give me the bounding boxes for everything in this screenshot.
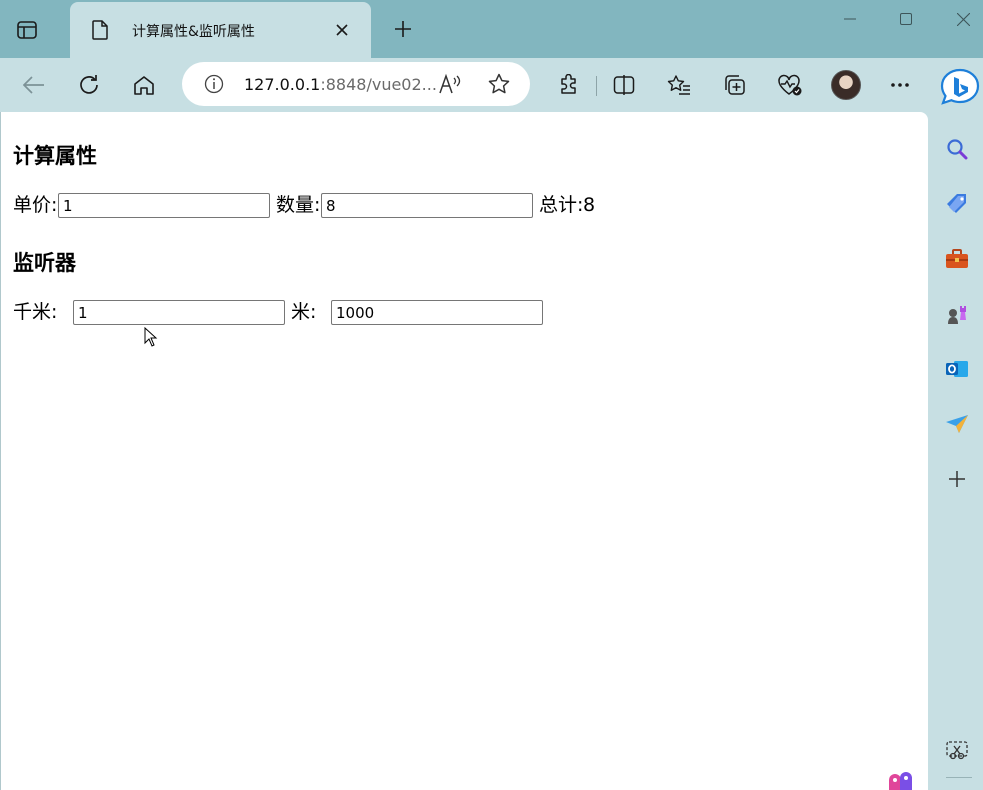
more-icon[interactable] xyxy=(886,71,914,99)
url-path: :8848/vue02... xyxy=(320,75,437,94)
refresh-icon[interactable] xyxy=(75,71,103,99)
mouse-cursor-icon xyxy=(144,326,158,351)
m-input[interactable] xyxy=(331,300,543,325)
qty-label: 数量: xyxy=(276,194,321,216)
split-screen-icon[interactable] xyxy=(610,71,638,99)
computed-row: 单价: 数量: 总计: 8 xyxy=(13,192,913,218)
minimize-icon[interactable] xyxy=(839,8,861,30)
page-icon xyxy=(92,20,108,44)
favorite-star-icon[interactable] xyxy=(488,73,510,99)
tab-actions-icon[interactable] xyxy=(14,17,40,43)
browser-tab[interactable]: 计算属性&监听属性 xyxy=(70,2,371,58)
url-host: 127.0.0.1 xyxy=(244,75,321,94)
total-label: 总计: xyxy=(539,194,584,216)
send-icon[interactable] xyxy=(945,412,969,436)
back-icon[interactable] xyxy=(20,71,48,99)
browser-essentials-icon[interactable] xyxy=(776,71,804,99)
url-text[interactable]: 127.0.0.1:8848/vue02... xyxy=(244,75,437,94)
extensions-icon[interactable] xyxy=(555,71,583,99)
home-icon[interactable] xyxy=(130,71,158,99)
toolbar-separator xyxy=(596,76,597,96)
close-window-icon[interactable] xyxy=(952,8,974,30)
add-icon[interactable] xyxy=(945,467,969,491)
total-value: 8 xyxy=(583,194,596,216)
tab-strip: 计算属性&监听属性 xyxy=(0,0,983,58)
page-viewport: 计算属性 单价: 数量: 总计: 8 监听器 千米: 米: xyxy=(0,112,928,790)
qty-input[interactable] xyxy=(321,193,533,218)
bing-copilot-icon[interactable] xyxy=(940,68,980,106)
browser-toolbar: 127.0.0.1:8848/vue02... xyxy=(0,58,983,112)
info-icon[interactable] xyxy=(204,74,224,98)
new-tab-icon[interactable] xyxy=(390,16,416,42)
shopping-tag-icon[interactable] xyxy=(945,192,969,216)
edge-sidebar xyxy=(928,112,983,790)
address-bar[interactable]: 127.0.0.1:8848/vue02... xyxy=(182,62,530,106)
copilot-corner-icon[interactable] xyxy=(886,770,916,790)
read-aloud-icon[interactable] xyxy=(438,73,462,99)
profile-avatar[interactable] xyxy=(831,70,861,100)
watcher-heading: 监听器 xyxy=(13,251,76,275)
km-label: 千米: xyxy=(13,301,58,323)
computed-heading: 计算属性 xyxy=(13,144,97,168)
watcher-row: 千米: 米: xyxy=(13,299,913,325)
games-icon[interactable] xyxy=(945,302,969,326)
maximize-icon[interactable] xyxy=(895,8,917,30)
m-label: 米: xyxy=(291,301,317,323)
price-input[interactable] xyxy=(58,193,270,218)
collections-icon[interactable] xyxy=(721,71,749,99)
sidebar-divider xyxy=(946,777,972,778)
search-icon[interactable] xyxy=(945,137,969,161)
tab-close-icon[interactable] xyxy=(332,20,352,40)
outlook-icon[interactable] xyxy=(945,357,969,381)
screenshot-icon[interactable] xyxy=(945,739,969,763)
tools-icon[interactable] xyxy=(945,247,969,271)
km-input[interactable] xyxy=(73,300,285,325)
tab-title: 计算属性&监听属性 xyxy=(132,24,255,40)
favorites-icon[interactable] xyxy=(665,71,693,99)
price-label: 单价: xyxy=(13,194,58,216)
